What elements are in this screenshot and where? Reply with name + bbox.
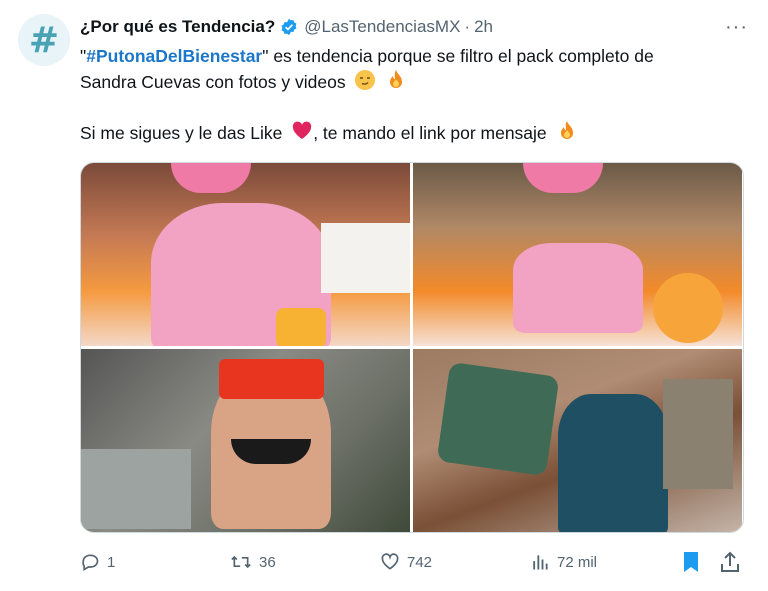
like-count: 742 xyxy=(407,553,433,571)
tweet-line-1: "#PutonaDelBienestar" es tendencia porqu… xyxy=(80,44,750,69)
reply-button[interactable]: 1 xyxy=(80,548,115,576)
avatar[interactable]: # xyxy=(18,14,70,66)
views-count: 72 mil xyxy=(557,553,598,571)
hashtag-link[interactable]: #PutonaDelBienestar xyxy=(86,46,262,66)
bookmark-icon xyxy=(684,552,698,572)
fire-emoji-icon xyxy=(560,121,573,139)
tweet-line-1-rest: " es tendencia porque se filtro el pack … xyxy=(262,46,654,66)
media-photo-1[interactable] xyxy=(81,163,410,346)
media-grid xyxy=(80,162,744,533)
retweet-count: 36 xyxy=(259,553,276,571)
views-button[interactable]: 72 mil xyxy=(530,548,597,576)
tweet-line-3: Si me sigues y le das Like , te mando el… xyxy=(80,120,750,146)
retweet-button[interactable]: 36 xyxy=(230,548,276,576)
bookmark-button[interactable] xyxy=(682,548,700,576)
views-chart-icon xyxy=(533,555,548,570)
separator-dot: · xyxy=(464,17,471,36)
share-icon xyxy=(721,551,739,572)
reply-count: 1 xyxy=(107,553,116,571)
media-photo-2[interactable] xyxy=(413,163,742,346)
fire-emoji-icon xyxy=(390,70,403,88)
tweet-actions: 1 36 742 72 mil xyxy=(80,548,742,576)
verified-badge-icon xyxy=(281,18,297,36)
share-button[interactable] xyxy=(720,548,740,576)
tweet-header: ¿Por qué es Tendencia? @LasTendenciasMX … xyxy=(80,16,748,38)
tweet-line-3-rest: , te mando el link por mensaje xyxy=(313,123,547,143)
tweet-line-3-text: Si me sigues y le das Like xyxy=(80,123,283,143)
tweet-text: "#PutonaDelBienestar" es tendencia porqu… xyxy=(80,44,750,146)
more-options-icon[interactable]: ··· xyxy=(725,16,748,39)
timestamp[interactable]: 2h xyxy=(474,17,493,37)
author-handle[interactable]: @LasTendenciasMX xyxy=(304,17,460,37)
like-button[interactable]: 742 xyxy=(380,548,432,576)
tweet-line-2-text: Sandra Cuevas con fotos y videos xyxy=(80,72,346,92)
author-name[interactable]: ¿Por qué es Tendencia? xyxy=(80,17,275,37)
red-heart-emoji-icon xyxy=(293,121,312,139)
retweet-icon xyxy=(231,555,251,569)
media-photo-3[interactable] xyxy=(81,349,410,532)
like-icon xyxy=(381,553,399,570)
smirk-emoji-icon xyxy=(355,70,376,90)
tweet-line-2: Sandra Cuevas con fotos y videos xyxy=(80,69,750,95)
reply-icon xyxy=(82,554,99,571)
media-photo-4[interactable] xyxy=(413,349,742,532)
